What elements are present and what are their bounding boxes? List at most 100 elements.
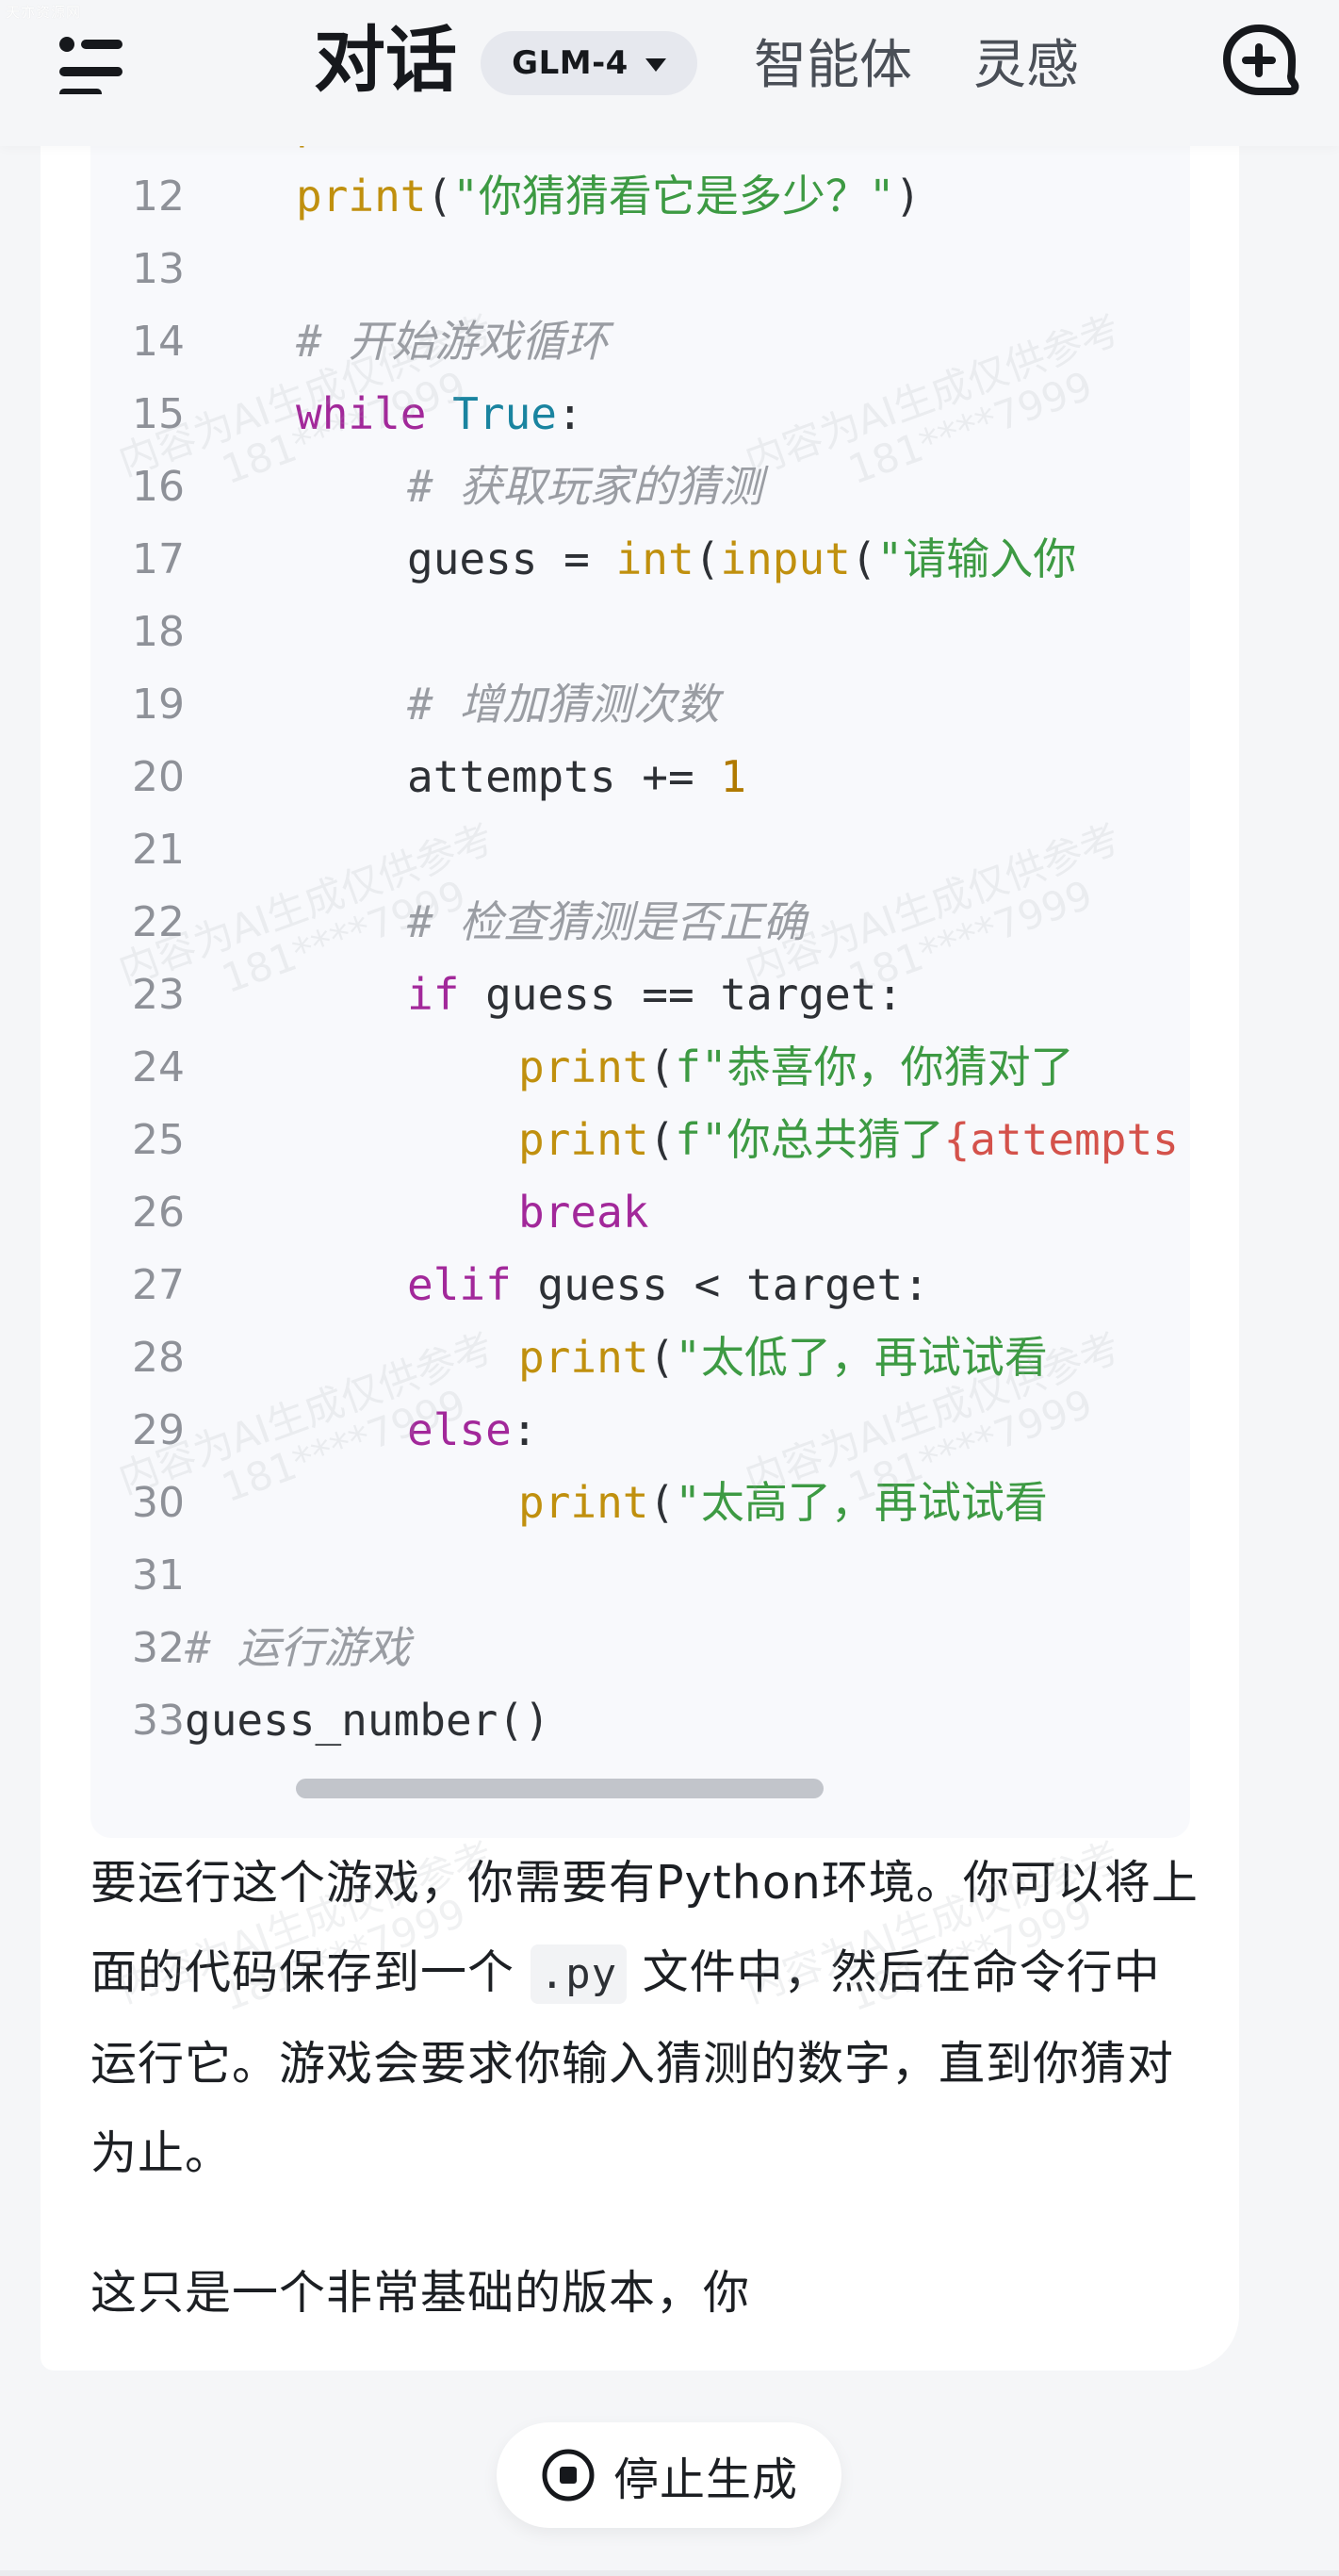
code-token: break xyxy=(518,1187,649,1238)
code-token: : xyxy=(511,1404,538,1455)
code-token: ( xyxy=(648,1042,676,1092)
code-text: print("你猜猜看它是多少？") xyxy=(296,160,1190,233)
line-number: 31 xyxy=(132,1551,185,1600)
code-line: 27 elif guess < target: xyxy=(90,1249,1190,1321)
tab-inspiration[interactable]: 灵感 xyxy=(973,28,1079,104)
line-number: 20 xyxy=(132,753,185,801)
code-token: print xyxy=(296,171,427,222)
code-line: 21 xyxy=(90,813,1190,886)
code-token: input xyxy=(720,533,851,584)
code-token: else xyxy=(407,1404,512,1455)
code-line: 30 print("太高了，再试试看 xyxy=(90,1467,1190,1539)
code-token: "你猜猜看它是多少？" xyxy=(452,171,895,222)
new-chat-button[interactable] xyxy=(1212,13,1306,107)
chat-page: 天亦资源网 对话 GLM-4 智能体 灵感 33 guess_number() … xyxy=(0,0,1339,2576)
code-token: 1 xyxy=(720,751,747,802)
code-line: 25 print(f"你总共猜了{attempts xyxy=(90,1104,1190,1176)
code-token: attempts += xyxy=(407,751,721,802)
menu-button[interactable] xyxy=(57,28,132,98)
code-line: 12 print("你猜猜看它是多少？") xyxy=(90,160,1190,233)
code-token: # 运行游戏 xyxy=(185,1622,411,1673)
assistant-message-card: 33 guess_number() 32 # 运行游戏 31 30 print("太高了，再… xyxy=(41,123,1239,2371)
code-text: if guess == target: xyxy=(407,959,1190,1031)
line-number: 21 xyxy=(132,826,185,874)
code-token: {attempts xyxy=(943,1114,1179,1165)
line-number: 14 xyxy=(132,318,185,366)
site-watermark: 天亦资源网 xyxy=(6,4,82,21)
model-selector[interactable]: GLM-4 xyxy=(481,31,697,95)
code-text: elif guess < target: xyxy=(407,1249,1190,1321)
line-number: 25 xyxy=(132,1116,185,1164)
code-token: ( xyxy=(648,1114,676,1165)
code-block[interactable]: 33 guess_number() 32 # 运行游戏 31 30 print("太高了，再… xyxy=(90,123,1190,1838)
code-token: ( xyxy=(694,533,721,584)
message-paragraph-streaming: 这只是一个非常基础的版本，你 xyxy=(90,2266,751,2320)
code-token: ( xyxy=(850,533,877,584)
line-number: 30 xyxy=(132,1479,185,1527)
bottom-divider xyxy=(0,2570,1339,2576)
code-line: 28 print("太低了，再试试看 xyxy=(90,1321,1190,1394)
code-token: "太低了，再试试看 xyxy=(675,1332,1048,1383)
code-token: f"你总共猜了 xyxy=(675,1114,944,1165)
code-token: guess = xyxy=(407,533,616,584)
code-token: # 获取玩家的猜测 xyxy=(407,461,763,512)
line-number: 24 xyxy=(132,1043,185,1091)
code-token: f"恭喜你，你猜对了 xyxy=(675,1042,1074,1092)
code-token: "请输入你 xyxy=(876,533,1077,584)
line-number: 29 xyxy=(132,1406,185,1454)
code-horizontal-scrollbar[interactable] xyxy=(296,1779,824,1798)
code-token: guess < target: xyxy=(511,1259,929,1310)
code-token: if xyxy=(407,969,460,1020)
line-number: 28 xyxy=(132,1334,185,1382)
code-token: print xyxy=(518,1042,649,1092)
code-token: while xyxy=(296,388,427,439)
code-text: else: xyxy=(407,1394,1190,1467)
line-number: 18 xyxy=(132,608,185,656)
code-token: elif xyxy=(407,1259,512,1310)
code-token: # 开始游戏循环 xyxy=(296,316,609,367)
code-token: # 检查猜测是否正确 xyxy=(407,896,807,947)
code-text: # 开始游戏循环 xyxy=(296,305,1190,378)
line-number: 23 xyxy=(132,971,185,1019)
line-number: 19 xyxy=(132,681,185,729)
code-text: break xyxy=(518,1176,1190,1249)
inline-code: .py xyxy=(530,1944,628,2004)
code-line: 13 xyxy=(90,233,1190,305)
code-token: ) xyxy=(894,171,922,222)
model-selector-label: GLM-4 xyxy=(512,44,629,82)
top-header: 对话 GLM-4 智能体 灵感 xyxy=(0,0,1339,146)
tab-agents[interactable]: 智能体 xyxy=(754,28,912,104)
code-text: # 获取玩家的猜测 xyxy=(407,451,1190,523)
code-text: print("太低了，再试试看 xyxy=(518,1321,1190,1394)
code-token: ( xyxy=(426,171,453,222)
code-line: 15 while True: xyxy=(90,378,1190,451)
code-line: 23 if guess == target: xyxy=(90,959,1190,1031)
line-number: 22 xyxy=(132,898,185,946)
page-title: 对话 xyxy=(314,18,457,102)
stop-generation-label: 停止生成 xyxy=(612,2453,798,2506)
code-line: 31 xyxy=(90,1539,1190,1612)
code-token: ( xyxy=(648,1332,676,1383)
code-line: 24 print(f"恭喜你，你猜对了 xyxy=(90,1031,1190,1104)
line-number: 15 xyxy=(132,390,185,438)
code-token: print xyxy=(518,1114,649,1165)
menu-list-icon xyxy=(59,37,122,98)
code-text: attempts += 1 xyxy=(407,741,1190,813)
code-text: # 增加猜测次数 xyxy=(407,668,1190,741)
code-token: int xyxy=(615,533,694,584)
message-paragraph: 要运行这个游戏，你需要有Python环境。你可以将上面的代码保存到一个 .py … xyxy=(90,1838,1202,2198)
code-text: while True: xyxy=(296,378,1190,451)
code-line: 22 # 检查猜测是否正确 xyxy=(90,886,1190,959)
code-line: 18 xyxy=(90,596,1190,668)
code-token: guess_number() xyxy=(185,1695,550,1746)
code-token: "太高了，再试试看 xyxy=(675,1477,1048,1528)
new-chat-plus-icon xyxy=(1223,25,1299,95)
code-line: 32 # 运行游戏 xyxy=(90,1612,1190,1684)
code-text: guess_number() xyxy=(185,1684,1190,1757)
stop-generation-button[interactable]: 停止生成 xyxy=(497,2422,841,2528)
code-token: print xyxy=(518,1332,649,1383)
code-line: 33 guess_number() xyxy=(90,1684,1190,1757)
line-number: 26 xyxy=(132,1189,185,1237)
code-line: 14 # 开始游戏循环 xyxy=(90,305,1190,378)
caret-down-icon xyxy=(645,58,666,72)
